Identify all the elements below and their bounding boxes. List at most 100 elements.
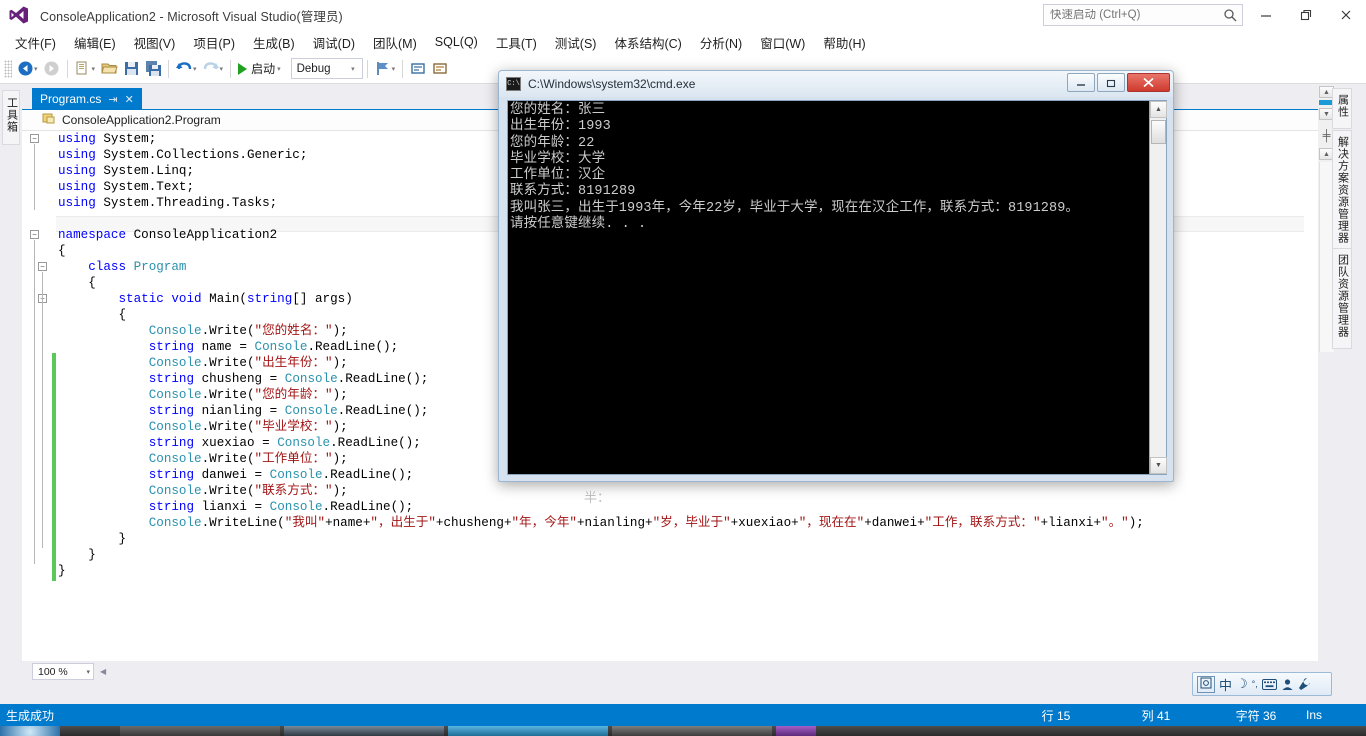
cmd-scroll-thumb[interactable] <box>1151 120 1166 144</box>
code-token: Console <box>255 340 308 354</box>
split-view-icon[interactable]: ╪ <box>1321 131 1332 142</box>
tools-wrench-icon[interactable] <box>1298 677 1312 691</box>
code-token: Console <box>270 500 323 514</box>
menu-item-test[interactable]: 测试(S) <box>546 30 606 55</box>
save-icon[interactable] <box>120 58 142 80</box>
quick-launch-box[interactable] <box>1043 4 1243 26</box>
forward-arrow-icon[interactable] <box>41 58 63 80</box>
menu-item-view[interactable]: 视图(V) <box>125 30 185 55</box>
left-dock-strip: 工具箱 <box>0 86 22 682</box>
comment-icon[interactable] <box>407 58 429 80</box>
outline-bar-namespace <box>34 240 35 564</box>
chevron-down-icon[interactable]: ▾ <box>351 65 355 73</box>
code-token <box>58 436 149 450</box>
cmd-restore-button[interactable] <box>1097 73 1125 92</box>
cmd-scroll-down-arrow-icon[interactable]: ▼ <box>1150 457 1167 474</box>
taskbar-item-4[interactable] <box>612 726 772 736</box>
document-tab-program-cs[interactable]: Program.cs ⇥ ✕ <box>32 88 142 110</box>
search-icon[interactable] <box>1223 8 1237 27</box>
taskbar-start-button[interactable] <box>0 726 60 736</box>
glyph-margin[interactable] <box>22 131 52 661</box>
cmd-scroll-up-arrow-icon[interactable]: ▲ <box>1150 101 1167 118</box>
menu-item-edit[interactable]: 编辑(E) <box>65 30 125 55</box>
quick-launch-input[interactable] <box>1044 9 1214 21</box>
ime-language-bar[interactable]: 中 ☽ °, <box>1192 672 1332 696</box>
menu-item-project[interactable]: 项目(P) <box>184 30 244 55</box>
code-token: .ReadLine(); <box>338 404 429 418</box>
taskbar-item-5[interactable] <box>776 726 816 736</box>
user-dictionary-icon[interactable] <box>1281 678 1294 691</box>
cmd-minimize-button[interactable] <box>1067 73 1095 92</box>
menu-item-window[interactable]: 窗口(W) <box>751 30 814 55</box>
toolbar-separator <box>402 60 403 78</box>
toolbar-grip[interactable] <box>4 60 12 78</box>
undo-icon[interactable] <box>173 58 195 80</box>
back-arrow-icon[interactable] <box>14 58 36 80</box>
close-icon[interactable]: ✕ <box>125 93 134 106</box>
punctuation-icon[interactable]: °, <box>1252 679 1258 689</box>
flag-icon[interactable] <box>372 58 394 80</box>
close-button[interactable] <box>1326 0 1366 30</box>
cmd-console-body[interactable]: 您的姓名：张三 出生年份：1993 您的年龄：22 毕业学校：大学 工作单位：汉… <box>507 100 1167 475</box>
new-project-icon[interactable] <box>72 58 94 80</box>
menu-item-analyze[interactable]: 分析(N) <box>691 30 751 55</box>
code-token: System; <box>103 132 156 146</box>
ime-chinese-label[interactable]: 中 <box>1219 675 1232 694</box>
menu-item-team[interactable]: 团队(M) <box>364 30 426 55</box>
taskbar-item-1[interactable] <box>120 726 280 736</box>
code-token: +name+ <box>325 516 370 530</box>
menu-item-tools[interactable]: 工具(T) <box>487 30 546 55</box>
open-file-icon[interactable] <box>98 58 120 80</box>
menu-item-architecture[interactable]: 体系结构(C) <box>605 30 690 55</box>
outline-bar-class <box>42 272 43 548</box>
code-token: Console <box>270 468 323 482</box>
uncomment-icon[interactable] <box>429 58 451 80</box>
taskbar-item-3[interactable] <box>448 726 608 736</box>
dock-tab-solution-explorer[interactable]: 解决方案资源管理器 <box>1332 130 1352 255</box>
start-dropdown-caret-icon[interactable]: ▾ <box>277 65 281 73</box>
menu-item-sql[interactable]: SQL(Q) <box>426 32 487 52</box>
taskbar-item-2[interactable] <box>284 726 444 736</box>
save-all-icon[interactable] <box>142 58 164 80</box>
zoom-level-select[interactable]: 100 % ▾ <box>32 663 94 680</box>
code-token <box>58 324 149 338</box>
outline-bar-using <box>34 144 35 210</box>
restore-button[interactable] <box>1286 0 1326 30</box>
code-token: .ReadLine(); <box>338 372 429 386</box>
scroll-left-arrow-icon[interactable]: ◀ <box>100 667 106 676</box>
menu-item-help[interactable]: 帮助(H) <box>814 30 874 55</box>
outline-collapse-using[interactable]: − <box>30 134 39 143</box>
cmd-title-bar[interactable]: C:\ C:\Windows\system32\cmd.exe <box>499 71 1173 97</box>
dock-tab-toolbox[interactable]: 工具箱 <box>2 90 20 145</box>
code-token: ); <box>333 420 348 434</box>
cmd-vertical-scrollbar[interactable]: ▲ ▼ <box>1149 101 1166 474</box>
keyboard-icon[interactable] <box>1262 679 1277 690</box>
cmd-window-title: C:\Windows\system32\cmd.exe <box>528 77 695 91</box>
outline-collapse-namespace[interactable]: − <box>30 230 39 239</box>
code-token: .Write( <box>202 452 255 466</box>
code-token: "岁，毕业于" <box>653 516 731 530</box>
code-token: string <box>149 340 194 354</box>
code-token: ); <box>333 388 348 402</box>
ime-mode-icon[interactable] <box>1197 676 1215 693</box>
pin-icon[interactable]: ⇥ <box>108 93 117 106</box>
minimize-button[interactable] <box>1246 0 1286 30</box>
code-token: Main( <box>209 292 247 306</box>
code-token <box>58 484 149 498</box>
menu-item-build[interactable]: 生成(B) <box>244 30 304 55</box>
code-token <box>58 388 149 402</box>
code-token: "联系方式：" <box>255 484 333 498</box>
cmd-console-window[interactable]: C:\ C:\Windows\system32\cmd.exe 您的姓名：张三 … <box>498 70 1174 482</box>
solution-configuration-select[interactable]: Debug ▾ <box>291 58 363 79</box>
dock-tab-team-explorer[interactable]: 团队资源管理器 <box>1332 248 1352 349</box>
menu-item-debug[interactable]: 调试(D) <box>304 30 364 55</box>
cmd-close-button[interactable] <box>1127 73 1170 92</box>
half-width-moon-icon[interactable]: ☽ <box>1236 676 1248 692</box>
chevron-down-icon[interactable]: ▾ <box>86 668 90 676</box>
start-debug-button[interactable]: 启动 ▾ <box>235 60 287 77</box>
navigation-scope-text[interactable]: ConsoleApplication2.Program <box>62 113 221 127</box>
redo-icon[interactable] <box>200 58 222 80</box>
menu-item-file[interactable]: 文件(F) <box>6 30 65 55</box>
dock-tab-properties[interactable]: 属性 <box>1332 88 1352 129</box>
outline-collapse-class[interactable]: − <box>38 262 47 271</box>
